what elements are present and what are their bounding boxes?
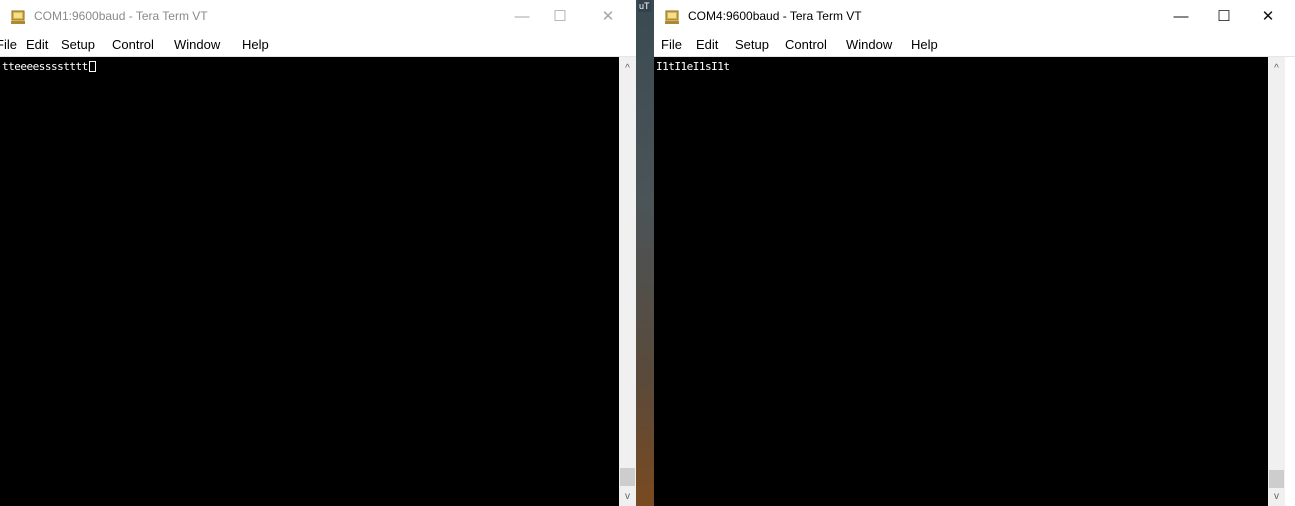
menu-bar: File Edit Setup Control Window Help xyxy=(654,34,1295,57)
teraterm-app-icon[interactable] xyxy=(664,9,680,25)
menu-help[interactable]: Help xyxy=(242,37,269,52)
menu-help[interactable]: Help xyxy=(911,37,938,52)
teraterm-window-com4[interactable]: COM4:9600baud - Tera Term VT — ☐ ✕ File … xyxy=(654,0,1295,506)
terminal-area[interactable]: tteeeesssstttt xyxy=(0,57,619,506)
scroll-up-arrow-icon[interactable]: ^ xyxy=(619,60,636,77)
terminal-text: tteeeesssstttt xyxy=(2,60,88,73)
window-title: COM1:9600baud - Tera Term VT xyxy=(34,9,208,23)
menu-control[interactable]: Control xyxy=(112,37,154,52)
terminal-text: I1tI1eI1sI1t xyxy=(656,60,730,73)
teraterm-app-icon[interactable] xyxy=(10,9,26,25)
scrollbar-thumb[interactable] xyxy=(620,468,635,486)
vertical-scrollbar[interactable]: ^ v xyxy=(619,57,636,506)
desktop-background-strip: uT xyxy=(636,0,654,506)
vertical-scrollbar[interactable]: ^ v xyxy=(1268,57,1285,506)
terminal-area[interactable]: I1tI1eI1sI1t xyxy=(654,57,1268,506)
terminal-line: I1tI1eI1sI1t xyxy=(656,60,730,73)
minimize-button[interactable]: — xyxy=(1159,0,1203,34)
maximize-button[interactable]: ☐ xyxy=(538,0,582,34)
scrollbar-thumb[interactable] xyxy=(1269,470,1284,488)
scroll-down-arrow-icon[interactable]: v xyxy=(1268,488,1285,505)
window-title: COM4:9600baud - Tera Term VT xyxy=(688,9,862,23)
menu-file[interactable]: File xyxy=(661,37,682,52)
scroll-down-arrow-icon[interactable]: v xyxy=(619,488,636,505)
scroll-up-arrow-icon[interactable]: ^ xyxy=(1268,60,1285,77)
menu-window[interactable]: Window xyxy=(846,37,892,52)
teraterm-window-com1[interactable]: COM1:9600baud - Tera Term VT — ☐ ✕ File … xyxy=(0,0,636,506)
close-button[interactable]: ✕ xyxy=(1246,0,1290,34)
terminal-line: tteeeesssstttt xyxy=(2,60,96,73)
menu-edit[interactable]: Edit xyxy=(26,37,48,52)
menu-control[interactable]: Control xyxy=(785,37,827,52)
title-bar[interactable]: COM4:9600baud - Tera Term VT — ☐ ✕ xyxy=(654,0,1295,34)
menu-bar: File Edit Setup Control Window Help xyxy=(0,34,636,57)
maximize-button[interactable]: ☐ xyxy=(1202,0,1246,34)
terminal-cursor xyxy=(88,61,96,72)
close-button[interactable]: ✕ xyxy=(586,0,630,34)
menu-setup[interactable]: Setup xyxy=(735,37,769,52)
menu-edit[interactable]: Edit xyxy=(696,37,718,52)
menu-setup[interactable]: Setup xyxy=(61,37,95,52)
taskbar-app-badge[interactable]: uT xyxy=(638,0,651,12)
menu-window[interactable]: Window xyxy=(174,37,220,52)
title-bar[interactable]: COM1:9600baud - Tera Term VT — ☐ ✕ xyxy=(0,0,636,34)
menu-file[interactable]: File xyxy=(0,37,17,52)
